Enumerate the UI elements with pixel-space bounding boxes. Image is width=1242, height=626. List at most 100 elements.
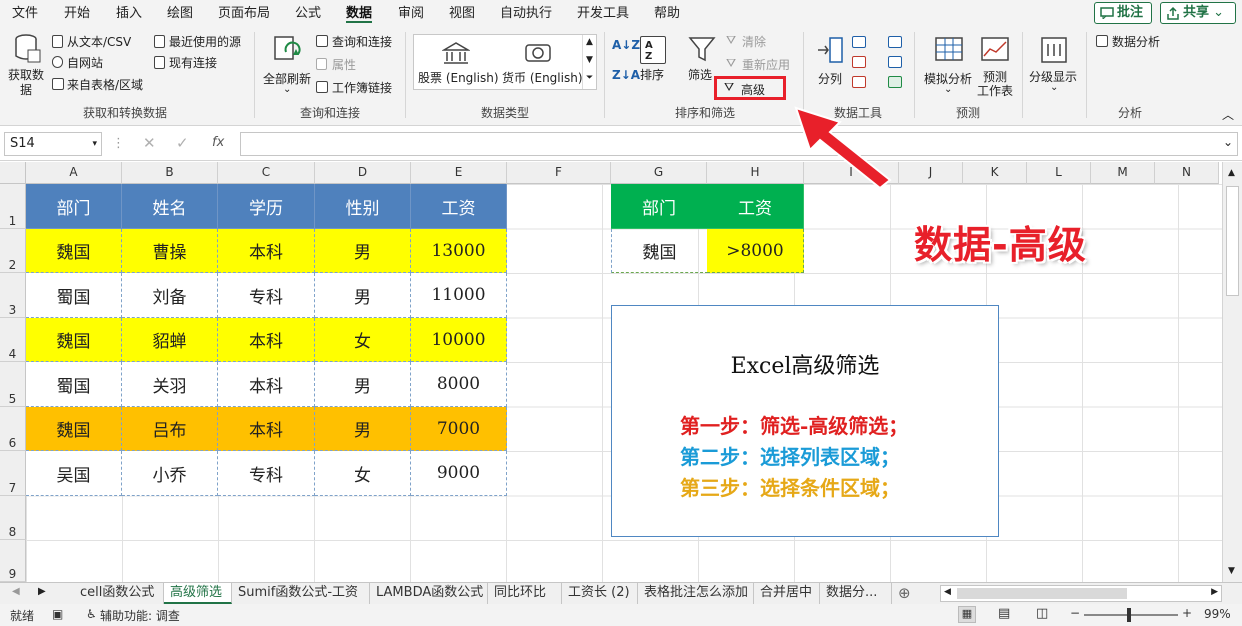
page-break-view-icon[interactable]: ◫ [1036, 606, 1048, 621]
table-cell[interactable]: 女 [315, 318, 411, 362]
vertical-scroll-thumb[interactable] [1226, 186, 1239, 296]
table-header-cell[interactable]: 学历 [218, 184, 315, 229]
row-header[interactable]: 6 [0, 407, 26, 451]
name-box[interactable]: S14 ▾ [4, 132, 102, 156]
menu-draw[interactable]: 绘图 [167, 5, 193, 23]
table-cell[interactable]: 魏国 [26, 229, 122, 273]
table-cell[interactable]: 魏国 [26, 407, 122, 451]
sheet-tab[interactable]: 同比环比 [488, 583, 562, 604]
from-text-button[interactable]: 从文本/CSV [50, 32, 150, 50]
instruction-textbox[interactable]: Excel高级筛选 第一步：筛选-高级筛选； 第二步：选择列表区域； 第三步：选… [611, 305, 999, 537]
select-all-corner[interactable] [0, 162, 26, 184]
menu-automate[interactable]: 自动执行 [500, 5, 552, 23]
get-data-button[interactable]: 获取数 据 [6, 32, 46, 98]
sheet-tab[interactable]: 表格批注怎么添加 [638, 583, 754, 604]
zoom-slider-handle[interactable] [1127, 608, 1131, 622]
menu-view[interactable]: 视图 [449, 5, 475, 23]
row-header[interactable]: 8 [0, 496, 26, 540]
add-sheet-icon[interactable]: ⊕ [898, 584, 911, 602]
column-header[interactable]: C [218, 162, 315, 184]
table-cell[interactable]: 貂蝉 [122, 318, 218, 362]
row-header[interactable]: 3 [0, 273, 26, 318]
zoom-level[interactable]: 99% [1204, 607, 1231, 621]
row-header[interactable]: 9 [0, 540, 26, 582]
from-table-button[interactable]: 来自表格/区域 [50, 75, 150, 93]
sheet-tab[interactable]: LAMBDA函数公式 [370, 583, 488, 604]
menu-file[interactable]: 文件 [12, 5, 38, 23]
prev-sheet-icon[interactable]: ◀ [12, 586, 20, 597]
sort-za-button[interactable]: Z↓A [610, 66, 640, 88]
column-header[interactable]: E [411, 162, 507, 184]
status-accessibility[interactable]: 辅助功能: 调查 [100, 607, 180, 624]
column-header[interactable]: L [1027, 162, 1091, 184]
share-button[interactable]: 共享 ⌄ [1160, 2, 1236, 24]
table-cell[interactable]: 专科 [218, 273, 315, 318]
gallery-scroll[interactable]: ▲ ▼ ⏷ [582, 35, 597, 89]
data-analysis-button[interactable]: 数据分析 [1094, 32, 1174, 50]
sort-button[interactable]: AZ 排序 [638, 32, 670, 98]
normal-view-icon[interactable]: ▦ [958, 606, 976, 623]
table-cell[interactable]: 蜀国 [26, 362, 122, 407]
table-cell[interactable]: 小乔 [122, 451, 218, 496]
collapse-ribbon-icon[interactable]: ︿ [1222, 106, 1234, 123]
text-to-columns-button[interactable]: 分列 [812, 32, 848, 98]
vertical-scrollbar[interactable]: ▲ ▼ [1222, 162, 1242, 582]
table-cell[interactable]: 关羽 [122, 362, 218, 407]
sheet-tab[interactable]: cell函数公式 [74, 583, 164, 604]
column-header[interactable]: F [507, 162, 611, 184]
queries-connections-button[interactable]: 查询和连接 [314, 32, 414, 50]
table-cell[interactable]: 7000 [411, 407, 507, 451]
consolidate-icon[interactable] [888, 36, 902, 48]
menu-formulas[interactable]: 公式 [295, 5, 321, 23]
row-header[interactable]: 7 [0, 451, 26, 496]
column-header[interactable]: M [1091, 162, 1155, 184]
horizontal-scrollbar[interactable]: ◀ ▶ [940, 585, 1222, 602]
table-cell[interactable]: 专科 [218, 451, 315, 496]
table-cell[interactable]: 吕布 [122, 407, 218, 451]
table-cell[interactable]: 8000 [411, 362, 507, 407]
menu-insert[interactable]: 插入 [116, 5, 142, 23]
workbook-links-button[interactable]: 工作簿链接 [314, 78, 414, 96]
criteria-header-dept[interactable]: 部门 [611, 184, 708, 229]
table-cell[interactable]: 本科 [218, 229, 315, 273]
menu-data[interactable]: 数据 [346, 5, 373, 23]
table-cell[interactable]: 本科 [218, 318, 315, 362]
row-header[interactable]: 4 [0, 318, 26, 362]
cancel-icon[interactable]: ✕ [143, 134, 156, 152]
menu-developer[interactable]: 开发工具 [577, 5, 629, 23]
menu-page-layout[interactable]: 页面布局 [218, 5, 270, 23]
sheet-tab[interactable]: 高级筛选 [164, 583, 232, 604]
table-cell[interactable]: 女 [315, 451, 411, 496]
table-cell[interactable]: 魏国 [26, 318, 122, 362]
page-layout-view-icon[interactable]: ▤ [998, 606, 1010, 621]
table-cell[interactable]: 11000 [411, 273, 507, 318]
enter-icon[interactable]: ✓ [176, 134, 189, 152]
criteria-value-salary[interactable]: >8000 [707, 229, 804, 273]
from-web-button[interactable]: 自网站 [50, 53, 150, 71]
zoom-out-icon[interactable]: − [1070, 606, 1080, 620]
table-cell[interactable]: 男 [315, 229, 411, 273]
row-header[interactable]: 5 [0, 362, 26, 407]
existing-connections-button[interactable]: 现有连接 [152, 53, 252, 71]
forecast-sheet-button[interactable]: 预测 工作表 [976, 32, 1014, 98]
zoom-in-icon[interactable]: + [1182, 606, 1192, 620]
table-cell[interactable]: 曹操 [122, 229, 218, 273]
table-cell[interactable]: 13000 [411, 229, 507, 273]
row-header[interactable]: 1 [0, 184, 26, 229]
table-cell[interactable]: 男 [315, 362, 411, 407]
column-header[interactable]: G [611, 162, 707, 184]
refresh-all-button[interactable]: 全部刷新 ⌄ [260, 32, 314, 98]
clear-button[interactable]: ⛛ 清除 [724, 32, 794, 50]
sheet-tab[interactable]: 数据分... [820, 583, 892, 604]
criteria-value-dept[interactable]: 魏国 [611, 229, 708, 273]
table-header-cell[interactable]: 姓名 [122, 184, 218, 229]
currency-button[interactable]: 货币 (English) [500, 39, 583, 87]
stocks-button[interactable]: 股票 (English) [416, 39, 499, 87]
column-header[interactable]: A [26, 162, 122, 184]
table-cell[interactable]: 男 [315, 273, 411, 318]
column-header[interactable]: K [963, 162, 1027, 184]
column-header[interactable]: D [315, 162, 411, 184]
properties-button[interactable]: 属性 [314, 55, 414, 73]
advanced-filter-button[interactable]: ⛛ 高级 [714, 76, 786, 100]
menu-help[interactable]: 帮助 [654, 5, 680, 23]
